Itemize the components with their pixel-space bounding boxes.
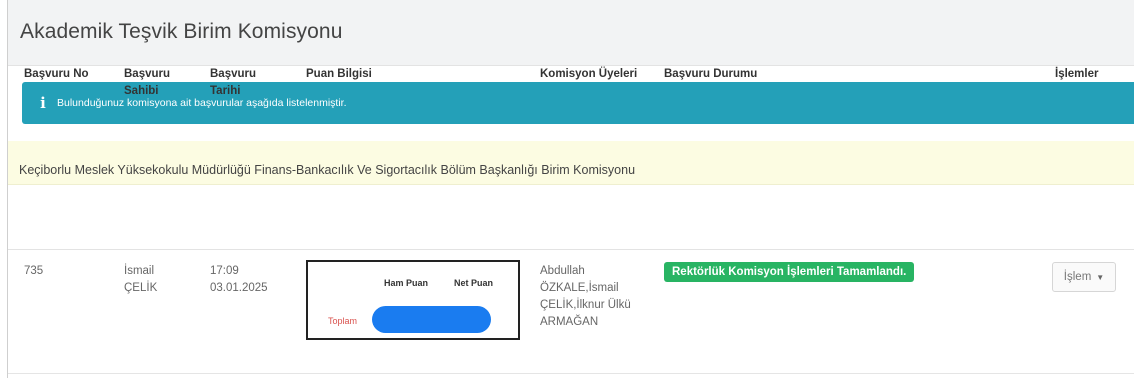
score-info-table: Ham Puan Net Puan Toplam (306, 260, 520, 340)
score-header-ham: Ham Puan (384, 278, 429, 288)
status-badge: Rektörlük Komisyon İşlemleri Tamamlandı. (664, 262, 915, 282)
info-message: Bulunduğunuz komisyona ait başvurular aş… (57, 97, 347, 109)
header-basvuru-no: Başvuru No (24, 68, 89, 80)
panel-title: Keçiborlu Meslek Yüksekokulu Müdürlüğü F… (19, 163, 636, 177)
cell-basvuru-no: 735 (24, 265, 44, 277)
info-icon: i (40, 94, 46, 112)
header-puan-bilgisi: Puan Bilgisi (306, 68, 372, 80)
page-header: Akademik Teşvik Birim Komisyonu (8, 0, 1134, 66)
panel-heading: Keçiborlu Meslek Yüksekokulu Müdürlüğü F… (8, 141, 1134, 185)
header-komisyon-uyeleri: Komisyon Üyeleri (540, 68, 638, 80)
caret-down-icon: ▼ (1096, 272, 1105, 282)
info-alert: i Bulunduğunuz komisyona ait başvurular … (22, 82, 1134, 124)
islem-button-label: İşlem (1063, 271, 1092, 283)
score-header-net: Net Puan (454, 278, 494, 288)
header-islemler: İşlemler (1055, 68, 1099, 80)
cell-basvuru-tarihi: 17:09 03.01.2025 (210, 265, 268, 294)
commission-panel: Keçiborlu Meslek Yüksekokulu Müdürlüğü F… (8, 141, 1134, 374)
header-basvuru-sahibi: Başvuru Sahibi (124, 68, 171, 97)
header-basvuru-tarihi: Başvuru Tarihi (210, 68, 257, 97)
cell-basvuru-sahibi: İsmail ÇELİK (124, 265, 158, 294)
score-total-label: Toplam (328, 316, 358, 326)
cell-komisyon-uyeleri: Abdullah ÖZKALE,İsmail ÇELİK,İlknur Ülkü… (540, 265, 631, 328)
redacted-score-values (372, 306, 491, 333)
islem-dropdown-button[interactable]: İşlem ▼ (1052, 262, 1116, 292)
header-basvuru-durumu: Başvuru Durumu (664, 68, 758, 80)
table-header-divider (8, 249, 1134, 250)
page-title: Akademik Teşvik Birim Komisyonu (20, 20, 343, 43)
